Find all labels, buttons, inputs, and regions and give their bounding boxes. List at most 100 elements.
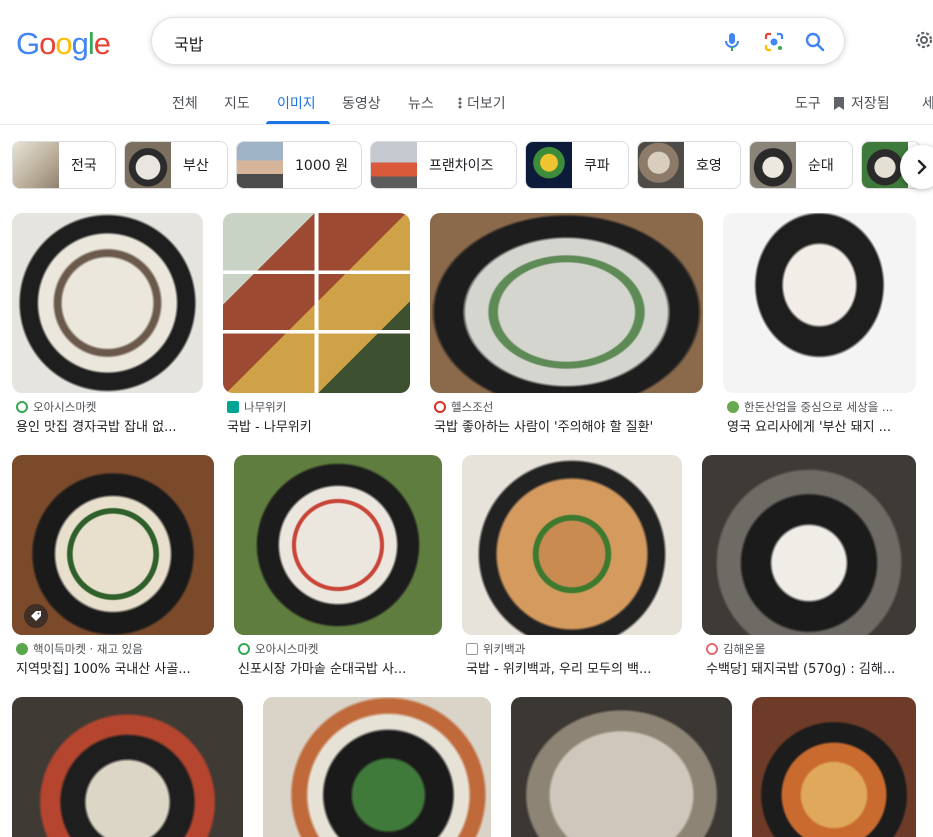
search-icon[interactable] <box>803 30 827 54</box>
source-name: 김해온몰 <box>723 642 766 656</box>
chip-thumbnail <box>750 142 796 188</box>
chip-1000-won[interactable]: 1000 원 <box>236 141 362 189</box>
image-result[interactable]: 오아시스마켓 용인 맛집 경자국밥 잡내 없... <box>12 213 203 437</box>
chip-busan[interactable]: 부산 <box>124 141 228 189</box>
chip-label: 1000 원 <box>295 158 348 174</box>
result-source[interactable]: 헬스조선 <box>434 399 493 415</box>
result-title[interactable]: 국밥 - 나무위키 <box>227 416 411 435</box>
source-favicon <box>434 401 446 413</box>
result-thumbnail[interactable] <box>723 213 916 393</box>
header-divider <box>0 124 933 125</box>
result-title[interactable]: 국밥 - 위키백과, 우리 모두의 백... <box>466 658 683 677</box>
chip-thumbnail <box>526 142 572 188</box>
result-title[interactable]: 용인 맛집 경자국밥 잡내 없... <box>16 416 204 435</box>
chip-thumbnail <box>371 142 417 188</box>
tab-news[interactable]: 뉴스 <box>408 93 434 113</box>
result-title[interactable]: 국밥 좋아하는 사람이 '주의해야 할 질환' <box>434 416 704 435</box>
logo-letter: g <box>71 26 89 61</box>
source-favicon <box>238 643 250 655</box>
chip-thumbnail <box>13 142 59 188</box>
result-source[interactable]: 한돈산업을 중심으로 세상을 ... <box>727 399 893 415</box>
more-vert-icon <box>458 97 462 109</box>
image-result[interactable]: 헬스조선 국밥 좋아하는 사람이 '주의해야 할 질환' <box>430 213 703 437</box>
chip-thumbnail <box>125 142 171 188</box>
image-result[interactable]: 핵이득마켓 · 재고 있음 지역맛집] 100% 국내산 사골... <box>12 455 214 677</box>
chip-thumbnail <box>237 142 283 188</box>
image-result[interactable]: 위키백과 국밥 - 위키백과, 우리 모두의 백... <box>462 455 682 677</box>
chip-koopa[interactable]: 쿠파 <box>525 141 629 189</box>
result-source[interactable]: 나무위키 <box>227 399 286 415</box>
source-favicon <box>706 643 718 655</box>
result-source[interactable]: 위키백과 <box>466 641 525 657</box>
logo-letter: e <box>93 26 111 61</box>
microphone-icon[interactable] <box>720 30 744 54</box>
image-result-thumbnail[interactable] <box>752 697 916 837</box>
search-input[interactable]: 국밥 <box>174 31 203 55</box>
result-thumbnail[interactable] <box>12 213 203 393</box>
tools-button[interactable]: 도구 <box>795 93 821 113</box>
result-source[interactable]: 오아시스마켓 <box>16 399 96 415</box>
chip-label: 프랜차이즈 <box>429 158 494 174</box>
source-favicon <box>727 401 739 413</box>
search-box[interactable]: 국밥 <box>151 17 845 65</box>
tab-videos[interactable]: 동영상 <box>342 93 381 113</box>
chip-nationwide[interactable]: 전국 <box>12 141 116 189</box>
logo-letter: o <box>39 26 56 61</box>
lens-camera-icon[interactable] <box>762 30 786 54</box>
source-favicon <box>16 643 28 655</box>
source-name: 헬스조선 <box>451 400 494 414</box>
chevron-right-icon <box>917 159 927 175</box>
chip-label: 전국 <box>71 158 97 174</box>
result-thumbnail[interactable] <box>462 455 682 635</box>
source-name: 핵이득마켓 · 재고 있음 <box>33 642 143 656</box>
image-result-thumbnail[interactable] <box>12 697 243 837</box>
source-name: 위키백과 <box>483 642 526 656</box>
tab-maps[interactable]: 지도 <box>224 93 250 113</box>
image-result[interactable]: 김해온몰 수백당] 돼지국밥 (570g) : 김해... <box>702 455 916 677</box>
logo-letter: G <box>16 26 40 61</box>
result-thumbnail[interactable] <box>223 213 410 393</box>
result-thumbnail[interactable] <box>234 455 442 635</box>
tab-more[interactable]: 더보기 <box>458 93 506 113</box>
result-thumbnail[interactable] <box>702 455 916 635</box>
image-result-thumbnail[interactable] <box>511 697 732 837</box>
settings-gear-icon[interactable] <box>912 28 933 52</box>
image-result[interactable]: 나무위키 국밥 - 나무위키 <box>223 213 410 437</box>
search-tabs: 전체 지도 이미지 동영상 뉴스 더보기 도구 저장됨 세 <box>0 80 933 124</box>
saved-button[interactable]: 저장됨 <box>833 93 890 113</box>
chip-label: 순대 <box>808 158 834 174</box>
result-source[interactable]: 핵이득마켓 · 재고 있음 <box>16 641 143 657</box>
saved-label: 저장됨 <box>851 96 890 112</box>
chip-label: 쿠파 <box>584 158 610 174</box>
logo-letter: o <box>55 26 72 61</box>
image-result[interactable]: 한돈산업을 중심으로 세상을 ... 영국 요리사에게 '부산 돼지 ... <box>723 213 916 437</box>
tab-all[interactable]: 전체 <box>172 93 198 113</box>
chip-sundae[interactable]: 순대 <box>749 141 853 189</box>
tab-more-label: 더보기 <box>467 96 506 112</box>
result-title[interactable]: 수백당] 돼지국밥 (570g) : 김해... <box>706 658 917 677</box>
google-images-page: Google 국밥 전체 지도 이미지 동영상 뉴스 더보기 도구 저장됨 세 … <box>0 0 933 837</box>
google-logo[interactable]: Google <box>16 26 111 62</box>
result-source[interactable]: 김해온몰 <box>706 641 765 657</box>
result-title[interactable]: 신포시장 가마솥 순대국밥 사... <box>238 658 443 677</box>
chip-label: 부산 <box>183 158 209 174</box>
image-result[interactable]: 오아시스마켓 신포시장 가마솥 순대국밥 사... <box>234 455 442 677</box>
source-name: 오아시스마켓 <box>33 400 97 414</box>
source-name: 오아시스마켓 <box>255 642 319 656</box>
result-title[interactable]: 지역맛집] 100% 국내산 사골... <box>16 658 215 677</box>
tab-images[interactable]: 이미지 <box>277 93 316 113</box>
result-title[interactable]: 영국 요리사에게 '부산 돼지 ... <box>727 416 917 435</box>
chip-hoyeong[interactable]: 호영 <box>637 141 741 189</box>
bookmark-icon <box>834 96 844 110</box>
source-favicon <box>466 643 478 655</box>
image-result-thumbnail[interactable] <box>263 697 491 837</box>
source-name: 나무위키 <box>244 400 287 414</box>
result-thumbnail[interactable] <box>430 213 703 393</box>
source-favicon <box>16 401 28 413</box>
chip-franchise[interactable]: 프랜차이즈 <box>370 141 517 189</box>
source-name: 한돈산업을 중심으로 세상을 ... <box>744 400 893 414</box>
chip-label: 호영 <box>696 158 722 174</box>
safesearch-button[interactable]: 세 <box>922 93 933 113</box>
result-source[interactable]: 오아시스마켓 <box>238 641 318 657</box>
tag-badge-icon <box>24 604 48 628</box>
